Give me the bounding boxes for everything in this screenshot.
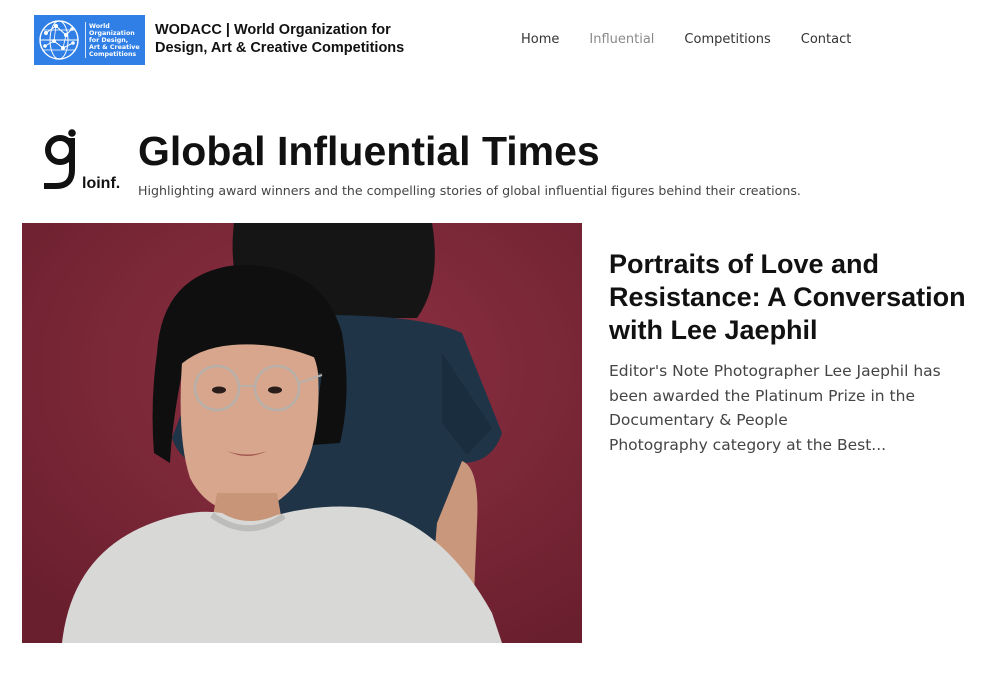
site-header: World Organization for Design, Art & Cre… xyxy=(0,0,995,82)
page-subtitle: Highlighting award winners and the compe… xyxy=(138,183,801,198)
excerpt-line: Editor's Note Photographer Lee Jaephil h… xyxy=(609,362,941,380)
nav-item-contact[interactable]: Contact xyxy=(801,32,852,47)
logo-divider xyxy=(85,22,86,58)
logo-line: Competitions xyxy=(89,50,137,58)
gloinf-logo-text: loinf. xyxy=(82,175,121,192)
excerpt-line: Documentary & People xyxy=(609,411,788,429)
article-photo[interactable] xyxy=(22,223,582,643)
logo-line: for Design, xyxy=(89,36,129,44)
site-title[interactable]: WODACC | World Organization for Design, … xyxy=(155,21,425,57)
nav-item-influential[interactable]: Influential xyxy=(589,32,654,47)
logo-line: Art & Creative xyxy=(89,43,140,51)
nav-item-competitions[interactable]: Competitions xyxy=(684,32,770,47)
nav-item-home[interactable]: Home xyxy=(521,32,559,47)
excerpt-line: Photography category at the Best... xyxy=(609,435,887,454)
logo-line: Organization xyxy=(89,29,135,37)
logo-wordmark: World Organization for Design, Art & Cre… xyxy=(89,23,140,58)
portrait-photo-illustration xyxy=(22,223,582,643)
logo-line: World xyxy=(89,22,110,30)
excerpt-line: been awarded the Platinum Prize in the xyxy=(609,386,915,405)
site-logo[interactable]: World Organization for Design, Art & Cre… xyxy=(34,15,145,65)
page-title: Global Influential Times xyxy=(138,128,600,174)
site-title-line-2: Design, Art & Creative Competitions xyxy=(155,40,405,56)
article-excerpt: Editor's Note Photographer Lee Jaephil h… xyxy=(609,359,969,457)
article-title-link[interactable]: Portraits of Love and Resistance: A Conv… xyxy=(609,248,979,347)
main-nav: Home Influential Competitions Contact xyxy=(521,32,881,47)
globe-network-icon xyxy=(39,20,79,60)
site-title-line-1: WODACC | World Organization for xyxy=(155,22,391,38)
